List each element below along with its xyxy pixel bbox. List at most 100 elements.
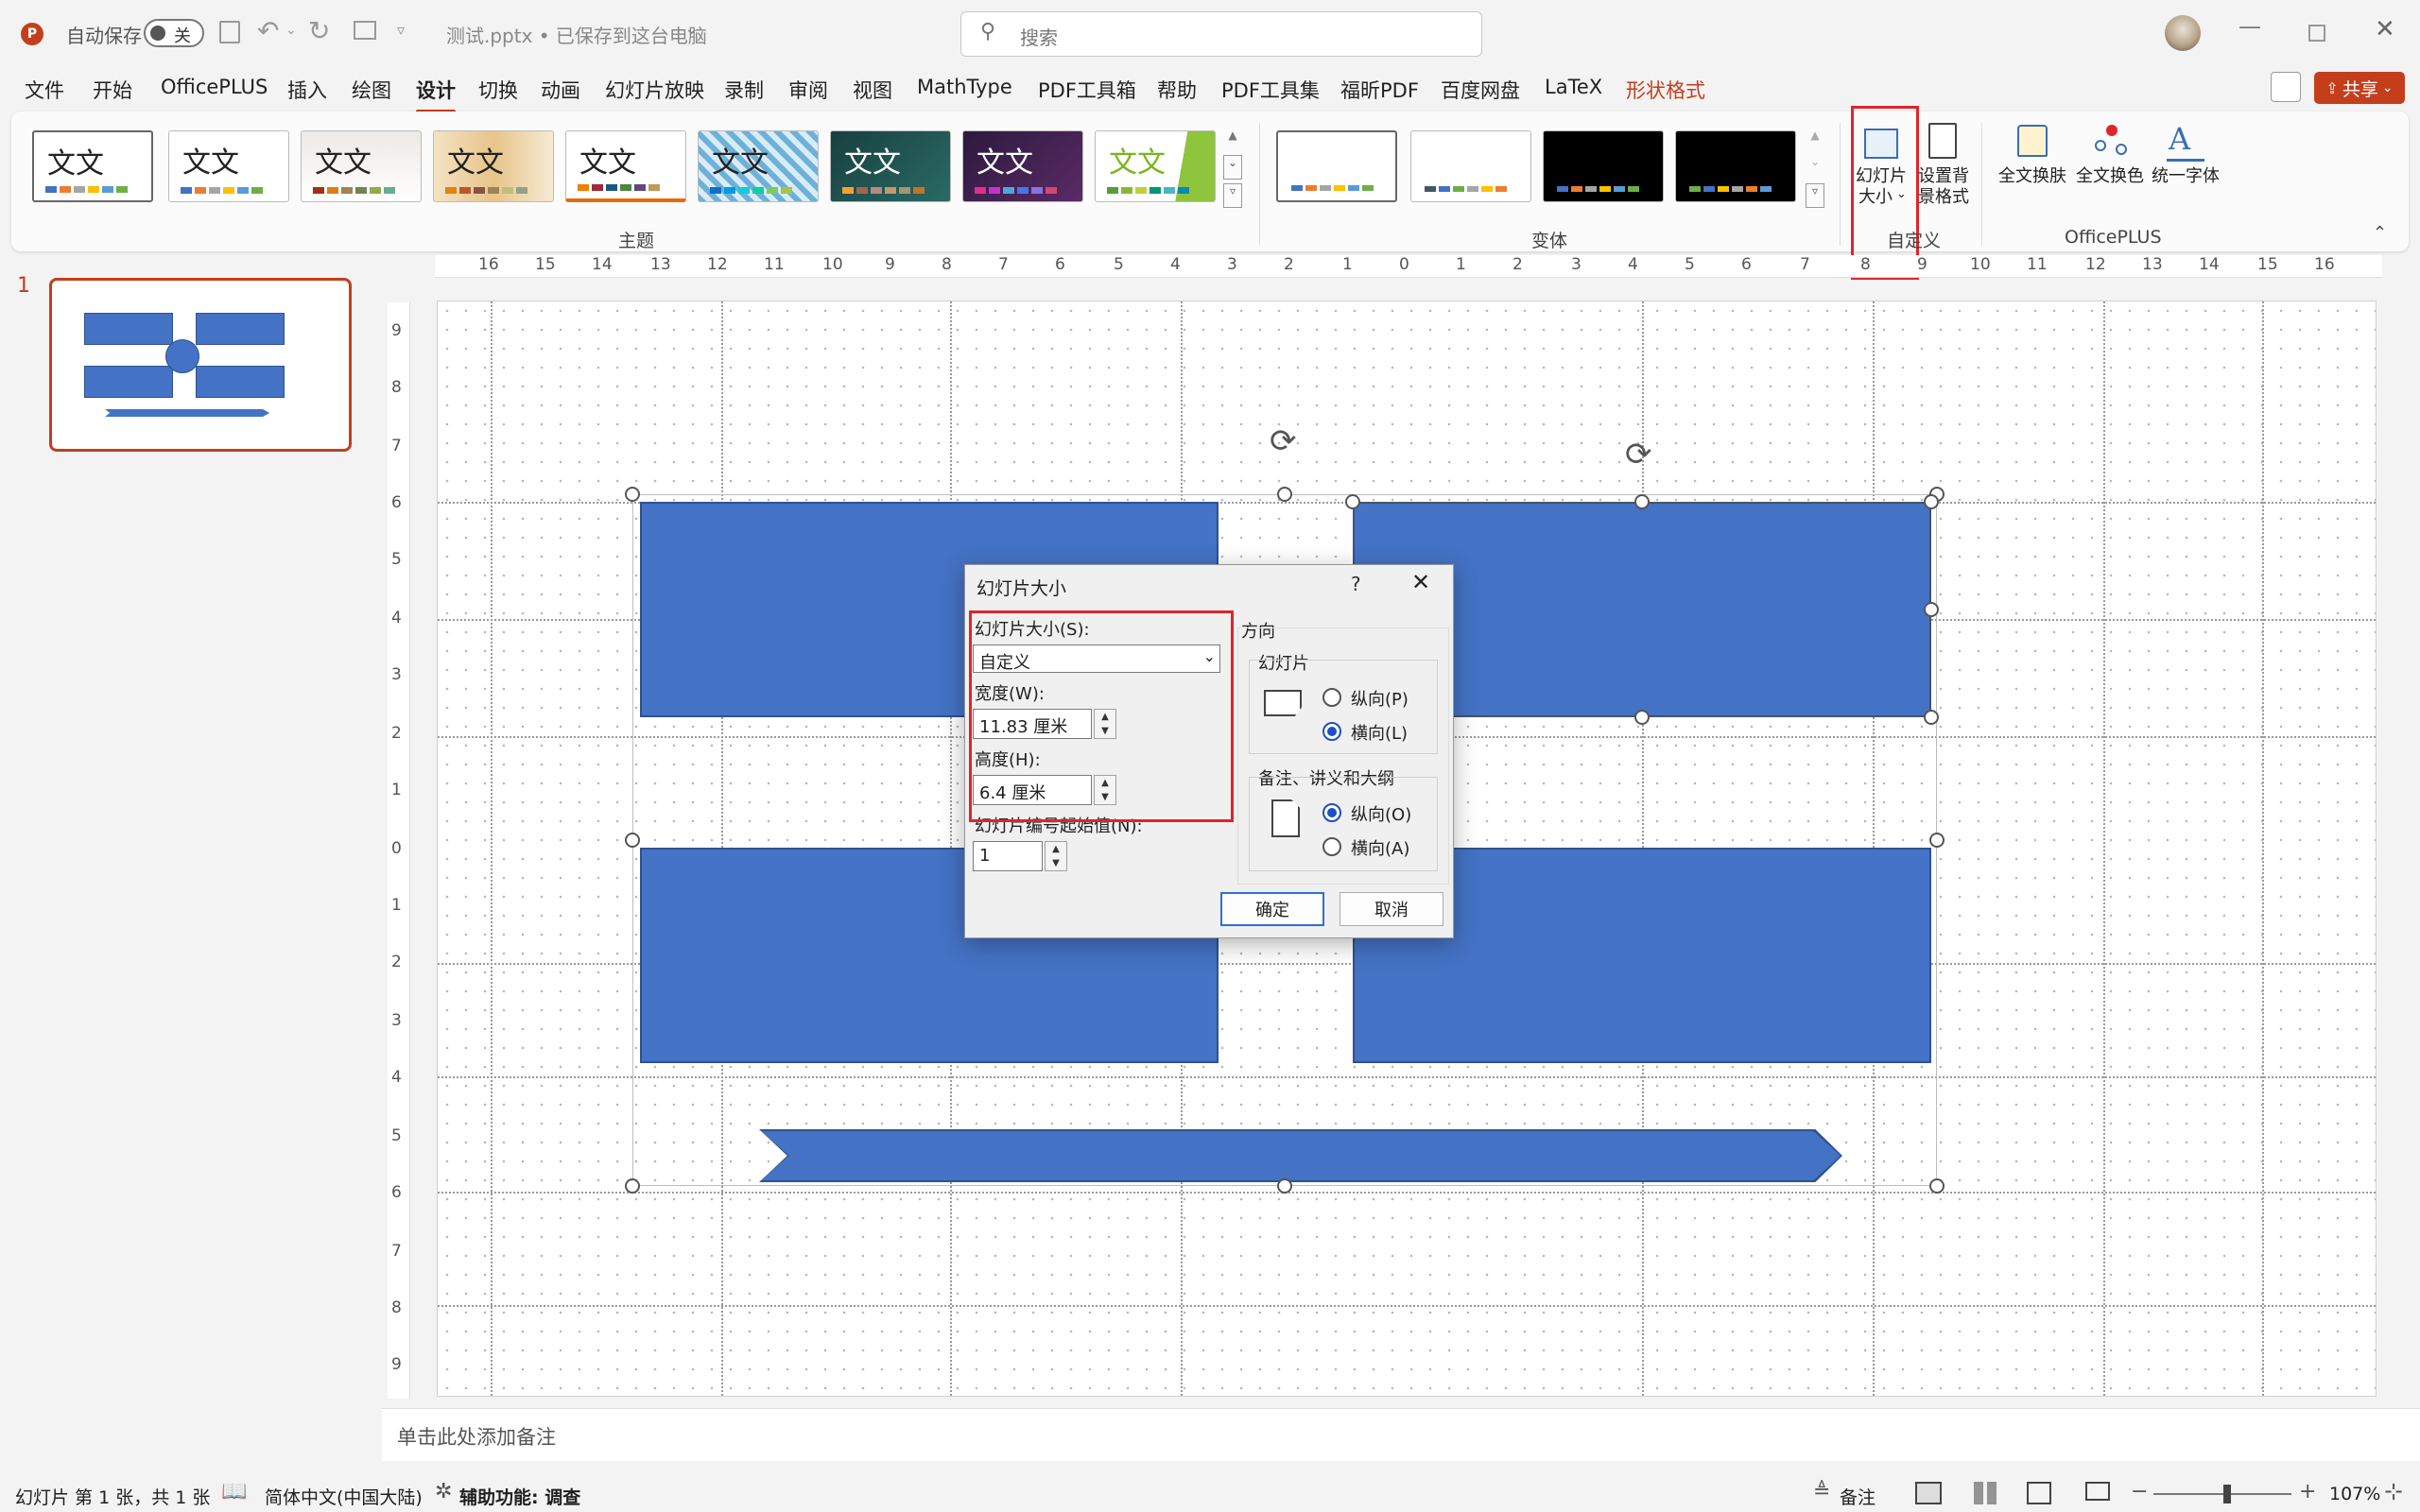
resize-handle[interactable] <box>1924 602 1939 617</box>
resize-handle[interactable] <box>1277 487 1292 502</box>
collapse-ribbon-icon[interactable]: ⌃ <box>2373 223 2387 243</box>
present-icon[interactable] <box>354 21 376 40</box>
fit-slide-icon[interactable]: ⊹ <box>2384 1478 2403 1504</box>
resize-handle[interactable] <box>1634 494 1650 509</box>
tab-slideshow[interactable]: 幻灯片放映 <box>605 76 704 104</box>
tab-review[interactable]: 审阅 <box>788 76 828 104</box>
notes-toggle-button[interactable]: 备注 <box>1840 1484 1876 1509</box>
format-background-button[interactable]: 设置背 景格式 <box>1915 117 1972 217</box>
ok-button[interactable]: 确定 <box>1220 892 1324 926</box>
theme-9[interactable]: 文文 <box>1095 130 1216 202</box>
tab-design[interactable]: 设计 <box>416 76 456 113</box>
user-avatar[interactable] <box>2165 15 2201 51</box>
redo-icon[interactable]: ↻ <box>308 15 330 46</box>
resize-handle[interactable] <box>1929 1178 1945 1194</box>
search-box[interactable]: ⚲ 搜索 <box>960 11 1482 57</box>
rotate-handle-icon[interactable]: ⟳ <box>1625 436 1652 473</box>
zoom-slider[interactable] <box>2153 1485 2291 1503</box>
tab-pdf-toolbox[interactable]: PDF工具箱 <box>1038 76 1136 104</box>
start-number-input[interactable]: 1 <box>973 841 1043 871</box>
tab-insert[interactable]: 插入 <box>287 76 327 104</box>
theme-scroll-down-button[interactable]: ⌄ <box>1223 155 1242 180</box>
close-icon[interactable]: ✕ <box>2375 15 2395 43</box>
variant-3[interactable] <box>1543 130 1664 202</box>
variant-scroll-up-button[interactable]: ▲ <box>1806 129 1824 153</box>
tab-mathtype[interactable]: MathType <box>917 76 1012 98</box>
variant-more-button[interactable]: ▿ <box>1806 183 1824 208</box>
tab-draw[interactable]: 绘图 <box>352 76 391 104</box>
resize-handle[interactable] <box>1924 710 1939 725</box>
slides-landscape-radio[interactable] <box>1322 722 1341 741</box>
minimize-icon[interactable]: — <box>2238 13 2261 40</box>
tab-latex[interactable]: LaTeX <box>1545 76 1602 98</box>
restore-icon[interactable] <box>2308 25 2325 42</box>
unify-font-button[interactable]: A 统一字体 <box>2150 117 2221 193</box>
tab-officeplus[interactable]: OfficePLUS <box>161 76 268 98</box>
notes-landscape-radio[interactable] <box>1322 837 1341 856</box>
file-title[interactable]: 测试.pptx • 已保存到这台电脑 <box>446 21 707 48</box>
tab-record[interactable]: 录制 <box>724 76 764 104</box>
tab-baidu-netdisk[interactable]: 百度网盘 <box>1441 76 1520 104</box>
start-number-stepper[interactable]: ▲ ▼ <box>1045 841 1067 871</box>
full-reskin-button[interactable]: 全文换肤 <box>1996 117 2068 193</box>
theme-5[interactable]: 文文 <box>565 130 686 202</box>
zoom-in-icon[interactable]: + <box>2299 1480 2316 1503</box>
full-recolor-button[interactable]: 全文换色 <box>2074 117 2146 193</box>
dialog-help-button[interactable]: ? <box>1351 573 1361 595</box>
variant-scroll-down-button[interactable]: ⌄ <box>1806 155 1824 180</box>
theme-8[interactable]: 文文 <box>962 130 1083 202</box>
theme-7[interactable]: 文文 <box>830 130 951 202</box>
zoom-level[interactable]: 107% <box>2329 1484 2380 1504</box>
spelling-icon[interactable]: 📖 <box>221 1480 247 1503</box>
tab-help[interactable]: 帮助 <box>1157 76 1197 104</box>
share-button[interactable]: ⇪ 共享 ⌄ <box>2314 72 2405 104</box>
variant-1[interactable] <box>1276 130 1397 202</box>
tab-foxit-pdf[interactable]: 福昕PDF <box>1340 76 1419 104</box>
tab-pdf-toolset[interactable]: PDF工具集 <box>1221 76 1320 104</box>
theme-1[interactable]: 文文 <box>32 130 153 202</box>
reading-view-icon[interactable] <box>2027 1482 2051 1504</box>
undo-icon[interactable]: ↶ <box>257 15 279 46</box>
slideshow-view-icon[interactable] <box>2085 1482 2110 1501</box>
title-dropdown-icon[interactable]: ⌄ <box>684 19 699 39</box>
resize-handle[interactable] <box>1929 833 1945 848</box>
tab-file[interactable]: 文件 <box>25 76 64 104</box>
notes-portrait-radio[interactable] <box>1322 803 1341 822</box>
save-icon[interactable] <box>219 21 240 43</box>
tab-shape-format[interactable]: 形状格式 <box>1626 76 1705 104</box>
variant-2[interactable] <box>1410 130 1531 202</box>
tab-animations[interactable]: 动画 <box>541 76 580 104</box>
cancel-button[interactable]: 取消 <box>1340 892 1443 926</box>
resize-handle[interactable] <box>625 487 640 502</box>
theme-3[interactable]: 文文 <box>301 130 422 202</box>
resize-handle[interactable] <box>1924 494 1939 509</box>
accessibility-status[interactable]: 辅助功能: 调查 <box>459 1484 580 1509</box>
resize-handle[interactable] <box>625 833 640 848</box>
notes-pane[interactable]: 单击此处添加备注 <box>382 1408 2420 1461</box>
rotate-handle-icon[interactable]: ⟳ <box>1270 422 1297 460</box>
dialog-close-icon[interactable]: ✕ <box>1411 569 1430 595</box>
resize-handle[interactable] <box>1345 494 1360 509</box>
autosave-toggle[interactable]: 关 <box>144 19 204 47</box>
resize-handle[interactable] <box>625 1178 640 1194</box>
language-status[interactable]: 简体中文(中国大陆) <box>265 1484 423 1509</box>
chevron-banner-shape[interactable] <box>759 1129 1842 1182</box>
comments-button[interactable] <box>2271 72 2301 102</box>
normal-view-icon[interactable] <box>1915 1482 1942 1504</box>
undo-dropdown-icon[interactable]: ⌄ <box>285 23 297 38</box>
resize-handle[interactable] <box>1634 710 1650 725</box>
theme-more-button[interactable]: ▿ <box>1223 183 1242 208</box>
resize-handle[interactable] <box>1277 1178 1292 1194</box>
tab-home[interactable]: 开始 <box>93 76 132 104</box>
slide-thumbnail[interactable] <box>49 278 352 452</box>
slide-sorter-icon[interactable] <box>1974 1482 1996 1504</box>
theme-6[interactable]: 文文 <box>698 130 819 202</box>
theme-4[interactable]: 文文 <box>433 130 554 202</box>
theme-2[interactable]: 文文 <box>168 130 289 202</box>
zoom-slider-thumb[interactable] <box>2223 1485 2231 1503</box>
variant-4[interactable] <box>1675 130 1796 202</box>
slides-portrait-radio[interactable] <box>1322 688 1341 707</box>
theme-scroll-up-button[interactable]: ▲ <box>1223 129 1242 153</box>
customize-qat-icon[interactable]: ▿ <box>397 21 405 39</box>
zoom-out-icon[interactable]: − <box>2131 1480 2148 1503</box>
